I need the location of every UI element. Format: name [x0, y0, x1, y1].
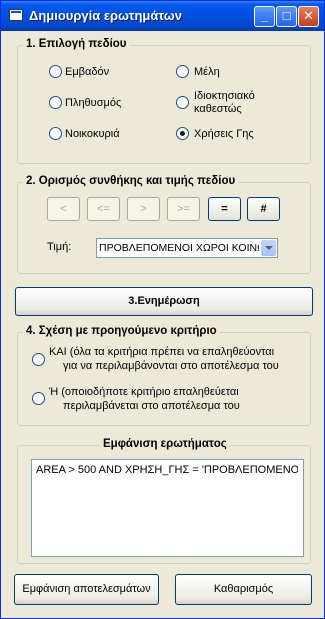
condition-legend: 2. Ορισμός συνθήκης και τιμής πεδίου — [23, 175, 239, 187]
radio-population[interactable] — [49, 96, 62, 109]
radio-households[interactable] — [49, 127, 62, 140]
radio-members-label[interactable]: Μέλη — [194, 66, 220, 79]
radio-members[interactable] — [176, 65, 189, 78]
radio-land-use[interactable] — [176, 127, 189, 140]
value-dropdown[interactable]: ΠΡΟΒΛΕΠΟΜΕΝΟΙ ΧΩΡΟΙ ΚΟΙΝΩΝΙ — [96, 238, 278, 258]
title-bar[interactable]: Δημιουργία ερωτημάτων _ □ ✕ — [1, 1, 324, 31]
less-equal-button[interactable]: <= — [87, 197, 120, 221]
condition-group: 2. Ορισμός συνθήκης και τιμής πεδίου — [17, 175, 311, 274]
query-builder-window: Δημιουργία ερωτημάτων _ □ ✕ 1. Επιλογή π… — [0, 0, 325, 619]
relation-legend: 4. Σχέση με προηγούμενο κριτήριο — [23, 325, 220, 337]
clear-button[interactable]: Καθαρισμός — [175, 574, 312, 605]
radio-households-label[interactable]: Νοικοκυριά — [65, 128, 120, 141]
query-display-legend: Εμφάνιση ερωτήματος — [100, 438, 230, 450]
field-selection-legend: 1. Επιλογή πεδίου — [23, 38, 130, 50]
chevron-down-icon[interactable] — [261, 240, 276, 256]
greater-equal-button[interactable]: >= — [167, 197, 200, 221]
maximize-button[interactable]: □ — [276, 6, 297, 27]
close-button[interactable]: ✕ — [298, 6, 319, 27]
greater-than-button[interactable]: > — [127, 197, 160, 221]
minimize-button[interactable]: _ — [254, 6, 275, 27]
radio-or-label-line1[interactable]: Ή (οποιοδήποτε κριτήριο επαληθεύεται — [49, 386, 239, 399]
value-dropdown-text: ΠΡΟΒΛΕΠΟΜΕΝΟΙ ΧΩΡΟΙ ΚΟΙΝΩΝΙ — [99, 242, 259, 254]
app-window-icon — [9, 9, 23, 21]
radio-ownership-label-line1[interactable]: Ιδιοκτησιακό — [194, 90, 255, 103]
radio-area[interactable] — [49, 65, 62, 78]
radio-ownership-label-line2[interactable]: καθεστώς — [194, 103, 242, 116]
radio-or[interactable] — [32, 392, 45, 405]
radio-land-use-label[interactable]: Χρήσεις Γης — [194, 128, 254, 141]
update-button[interactable]: 3.Ενημέρωση — [15, 287, 313, 316]
value-label: Τιμή: — [47, 241, 72, 253]
radio-and-label-line1[interactable]: ΚΑΙ (όλα τα κριτήρια πρέπει να επαληθεύο… — [49, 346, 274, 359]
radio-and-label-line2[interactable]: για να περιλαμβάνονται στο αποτέλεσμα το… — [63, 360, 279, 373]
radio-and[interactable] — [32, 353, 45, 366]
window-title: Δημιουργία ερωτημάτων — [29, 8, 183, 23]
radio-ownership[interactable] — [176, 96, 189, 109]
query-textbox[interactable]: AREA > 500 AND ΧΡΗΣΗ_ΓΗΣ = 'ΠΡΟΒΛΕΠΟΜΕΝΟ… — [31, 459, 304, 557]
not-equal-button[interactable]: # — [247, 197, 280, 221]
show-results-button[interactable]: Εμφάνιση αποτελεσμάτων — [14, 574, 159, 605]
radio-population-label[interactable]: Πληθυσμός — [65, 97, 121, 110]
radio-area-label[interactable]: Εμβαδόν — [65, 66, 109, 79]
less-than-button[interactable]: < — [47, 197, 80, 221]
equals-button[interactable]: = — [208, 197, 241, 221]
query-text: AREA > 500 AND ΧΡΗΣΗ_ΓΗΣ = 'ΠΡΟΒΛΕΠΟΜΕΝΟ… — [36, 464, 298, 476]
radio-or-label-line2[interactable]: περιλαμβάνεται στο αποτέλεσμα του — [63, 400, 240, 413]
